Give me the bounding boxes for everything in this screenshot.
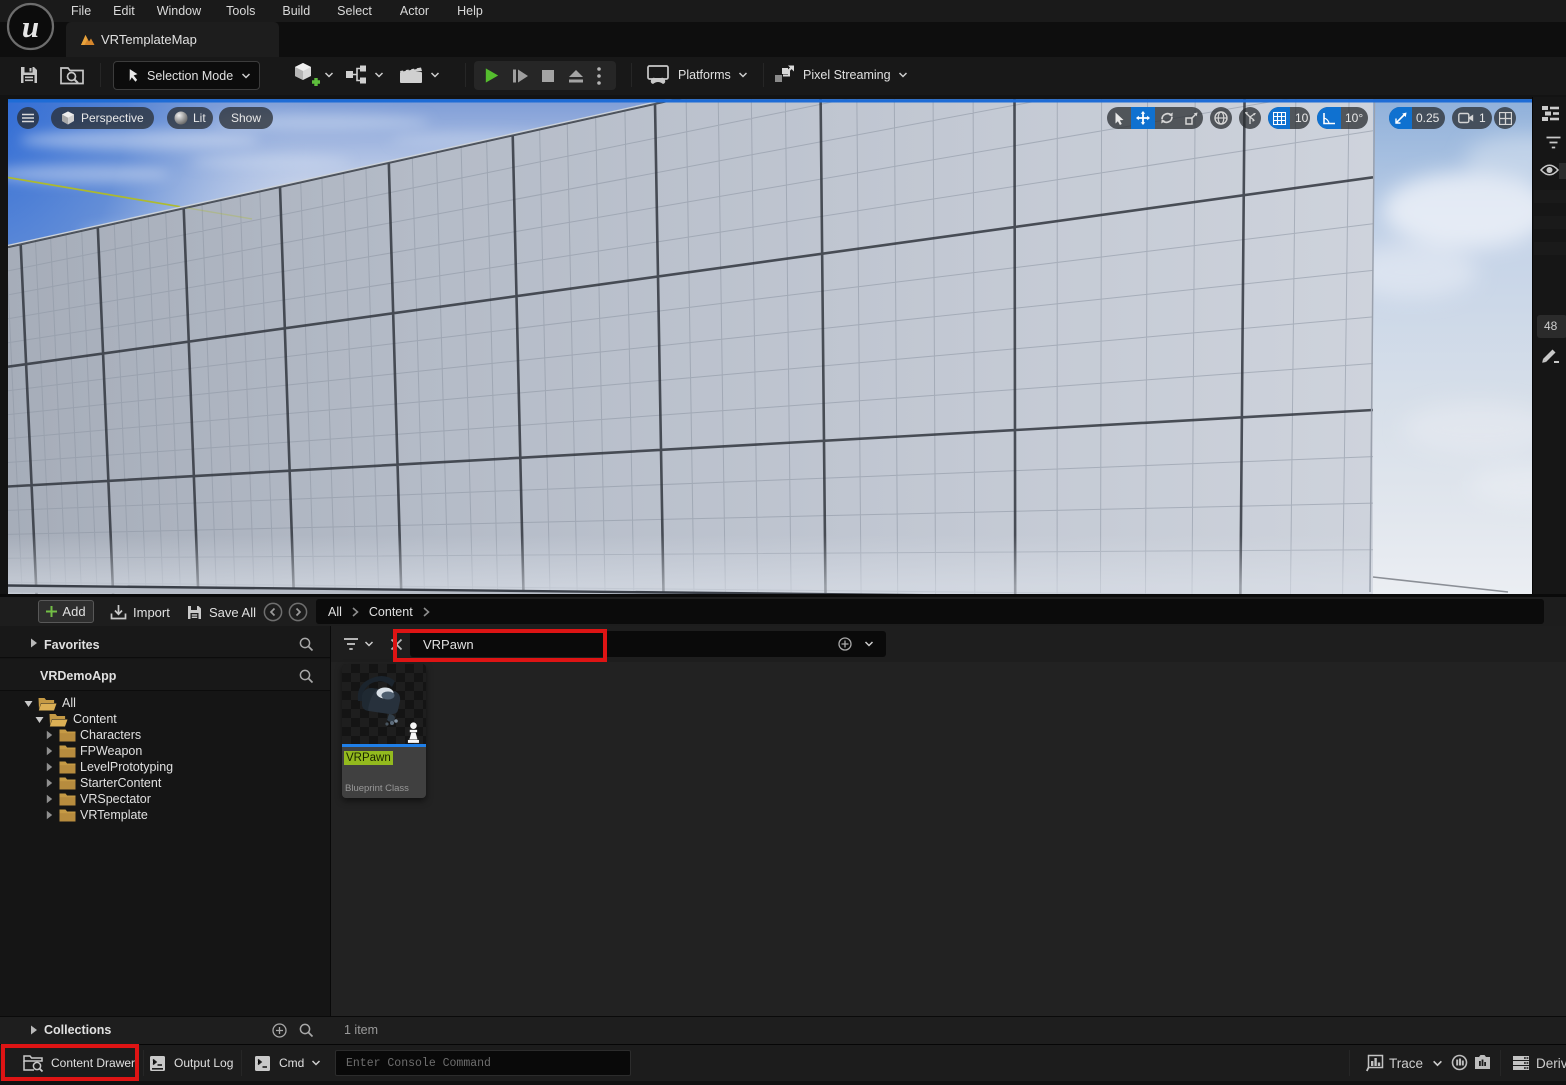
svg-text:u: u bbox=[22, 9, 39, 44]
